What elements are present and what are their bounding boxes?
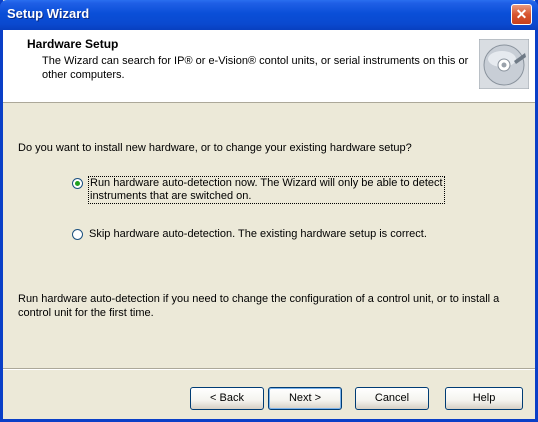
header-subtitle: The Wizard can search for IP® or e-Visio… — [42, 55, 469, 81]
radio-skip-autodetect-label[interactable]: Skip hardware auto-detection. The existi… — [89, 228, 427, 241]
button-bar: < Back Next > Cancel Help — [3, 368, 535, 420]
close-icon: ✕ — [515, 6, 528, 22]
back-button[interactable]: < Back — [190, 387, 264, 410]
header-title: Hardware Setup — [27, 37, 119, 51]
wizard-content: Do you want to install new hardware, or … — [3, 103, 535, 368]
cd-disc-icon — [479, 39, 529, 89]
wizard-header: Hardware Setup The Wizard can search for… — [3, 30, 535, 103]
radio-skip-autodetect[interactable]: Skip hardware auto-detection. The existi… — [72, 228, 427, 241]
question-text: Do you want to install new hardware, or … — [18, 142, 412, 154]
next-button[interactable]: Next > — [268, 387, 342, 410]
radio-run-autodetect-button[interactable] — [72, 178, 83, 189]
radio-skip-autodetect-button[interactable] — [72, 229, 83, 240]
close-button[interactable]: ✕ — [511, 4, 532, 25]
window-title: Setup Wizard — [7, 6, 90, 21]
setup-wizard-window: Setup Wizard ✕ Hardware Setup The Wizard… — [0, 0, 538, 422]
radio-run-autodetect-label[interactable]: Run hardware auto-detection now. The Wiz… — [88, 176, 445, 204]
cancel-button[interactable]: Cancel — [355, 387, 429, 410]
title-bar[interactable]: Setup Wizard ✕ — [0, 0, 538, 30]
help-note: Run hardware auto-detection if you need … — [18, 293, 500, 319]
radio-run-autodetect[interactable]: Run hardware auto-detection now. The Wiz… — [72, 176, 445, 204]
help-button[interactable]: Help — [445, 387, 523, 410]
